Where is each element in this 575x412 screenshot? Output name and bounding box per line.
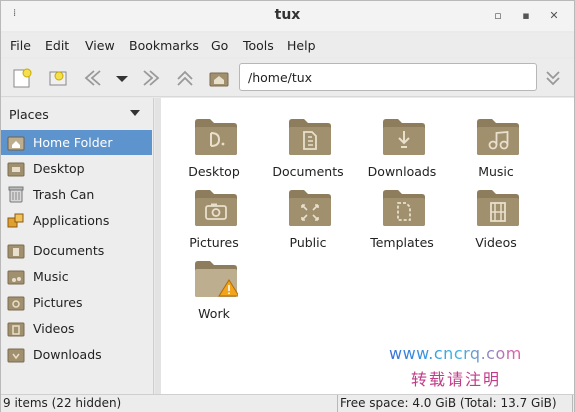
sidebar-item-label: Applications bbox=[33, 213, 110, 228]
item-count: 9 items (22 hidden) bbox=[3, 396, 122, 410]
menu-tools[interactable]: Tools bbox=[243, 38, 274, 53]
sidebar-item-label: Downloads bbox=[33, 347, 102, 362]
menu-view[interactable]: View bbox=[85, 38, 115, 53]
close-icon[interactable]: ✕ bbox=[546, 8, 562, 24]
sidebar: Places Home Folder Desktop Trash Can App… bbox=[1, 98, 154, 394]
free-space: Free space: 4.0 GiB (Total: 13.7 GiB) bbox=[337, 395, 573, 412]
music-folder-icon bbox=[477, 119, 519, 155]
templates-folder-icon bbox=[383, 190, 425, 226]
file-item-music[interactable]: Music bbox=[449, 106, 543, 179]
new-tab-icon[interactable] bbox=[11, 67, 33, 89]
sidebar-item-home-folder[interactable]: Home Folder bbox=[1, 130, 152, 155]
watermark-text: 转载请注明 bbox=[411, 370, 502, 389]
back-icon[interactable] bbox=[81, 67, 103, 89]
location-text: /home/tux bbox=[248, 70, 313, 85]
window-title: tux bbox=[274, 7, 301, 23]
sidebar-item-videos[interactable]: Videos bbox=[1, 316, 152, 341]
trash-icon bbox=[8, 186, 24, 203]
sidebar-item-trash-can[interactable]: Trash Can bbox=[1, 182, 152, 207]
downloads-folder-icon bbox=[7, 348, 25, 363]
menu-bar: File Edit View Bookmarks Go Tools Help bbox=[1, 33, 574, 57]
menu-file[interactable]: File bbox=[10, 38, 31, 53]
file-item-label: Work bbox=[198, 306, 230, 321]
file-item-label: Public bbox=[289, 235, 327, 250]
sidebar-item-label: Home Folder bbox=[33, 135, 113, 150]
status-bar: 9 items (22 hidden) Free space: 4.0 GiB … bbox=[1, 394, 574, 412]
videos-folder-icon bbox=[477, 190, 519, 226]
file-icon-view: Desktop Documents Downloads Music Pictur… bbox=[161, 98, 574, 394]
file-item-videos[interactable]: Videos bbox=[449, 177, 543, 250]
file-item-label: Templates bbox=[370, 235, 434, 250]
new-window-icon[interactable] bbox=[47, 67, 69, 89]
sidebar-item-label: Documents bbox=[33, 243, 105, 258]
home-icon[interactable] bbox=[208, 67, 230, 89]
sidebar-item-label: Pictures bbox=[33, 295, 83, 310]
file-item-documents[interactable]: Documents bbox=[261, 106, 355, 179]
watermark-url: www.cncrq.com bbox=[389, 344, 522, 363]
applications-icon bbox=[7, 213, 24, 228]
sidebar-item-pictures[interactable]: Pictures bbox=[1, 290, 152, 315]
location-bar[interactable]: /home/tux bbox=[239, 63, 537, 91]
sidebar-item-label: Music bbox=[33, 269, 69, 284]
file-item-pictures[interactable]: Pictures bbox=[167, 177, 261, 250]
file-item-label: Videos bbox=[475, 235, 517, 250]
videos-folder-icon bbox=[7, 322, 25, 337]
menu-edit[interactable]: Edit bbox=[45, 38, 69, 53]
menu-go[interactable]: Go bbox=[211, 38, 228, 53]
desktop-folder-icon bbox=[195, 119, 237, 155]
go-path-icon[interactable] bbox=[542, 67, 564, 89]
places-header: Places bbox=[9, 107, 49, 122]
maximize-icon[interactable]: ▪ bbox=[518, 8, 534, 24]
pictures-folder-icon bbox=[195, 190, 237, 226]
desktop-icon bbox=[7, 162, 25, 177]
file-item-work[interactable]: Work bbox=[167, 248, 261, 321]
menu-help[interactable]: Help bbox=[287, 38, 316, 53]
file-manager-window: ⁞ tux ▫ ▪ ✕ File Edit View Bookmarks Go … bbox=[0, 0, 575, 412]
forward-icon[interactable] bbox=[141, 67, 163, 89]
sidebar-item-applications[interactable]: Applications bbox=[1, 208, 152, 233]
sidebar-item-downloads[interactable]: Downloads bbox=[1, 342, 152, 367]
sidebar-item-desktop[interactable]: Desktop bbox=[1, 156, 152, 181]
public-folder-icon bbox=[289, 190, 331, 226]
work-folder-icon bbox=[195, 261, 238, 297]
sidebar-item-label: Videos bbox=[33, 321, 75, 336]
up-icon[interactable] bbox=[174, 67, 196, 89]
documents-folder-icon bbox=[7, 244, 25, 259]
places-dropdown-icon[interactable] bbox=[130, 110, 140, 116]
file-item-desktop[interactable]: Desktop bbox=[167, 106, 261, 179]
downloads-folder-icon bbox=[383, 119, 425, 155]
sidebar-item-music[interactable]: Music bbox=[1, 264, 152, 289]
home-folder-icon bbox=[7, 136, 25, 151]
documents-folder-icon bbox=[289, 119, 331, 155]
menu-bookmarks[interactable]: Bookmarks bbox=[129, 38, 199, 53]
file-item-templates[interactable]: Templates bbox=[355, 177, 449, 250]
file-item-public[interactable]: Public bbox=[261, 177, 355, 250]
history-dropdown-icon[interactable] bbox=[111, 67, 133, 89]
music-folder-icon bbox=[7, 270, 25, 285]
pictures-folder-icon bbox=[7, 296, 25, 311]
sidebar-item-documents[interactable]: Documents bbox=[1, 238, 152, 263]
title-bar: ⁞ tux ▫ ▪ ✕ bbox=[1, 1, 574, 31]
file-item-downloads[interactable]: Downloads bbox=[355, 106, 449, 179]
minimize-icon[interactable]: ▫ bbox=[490, 8, 506, 24]
sidebar-item-label: Desktop bbox=[33, 161, 85, 176]
sidebar-item-label: Trash Can bbox=[33, 187, 95, 202]
